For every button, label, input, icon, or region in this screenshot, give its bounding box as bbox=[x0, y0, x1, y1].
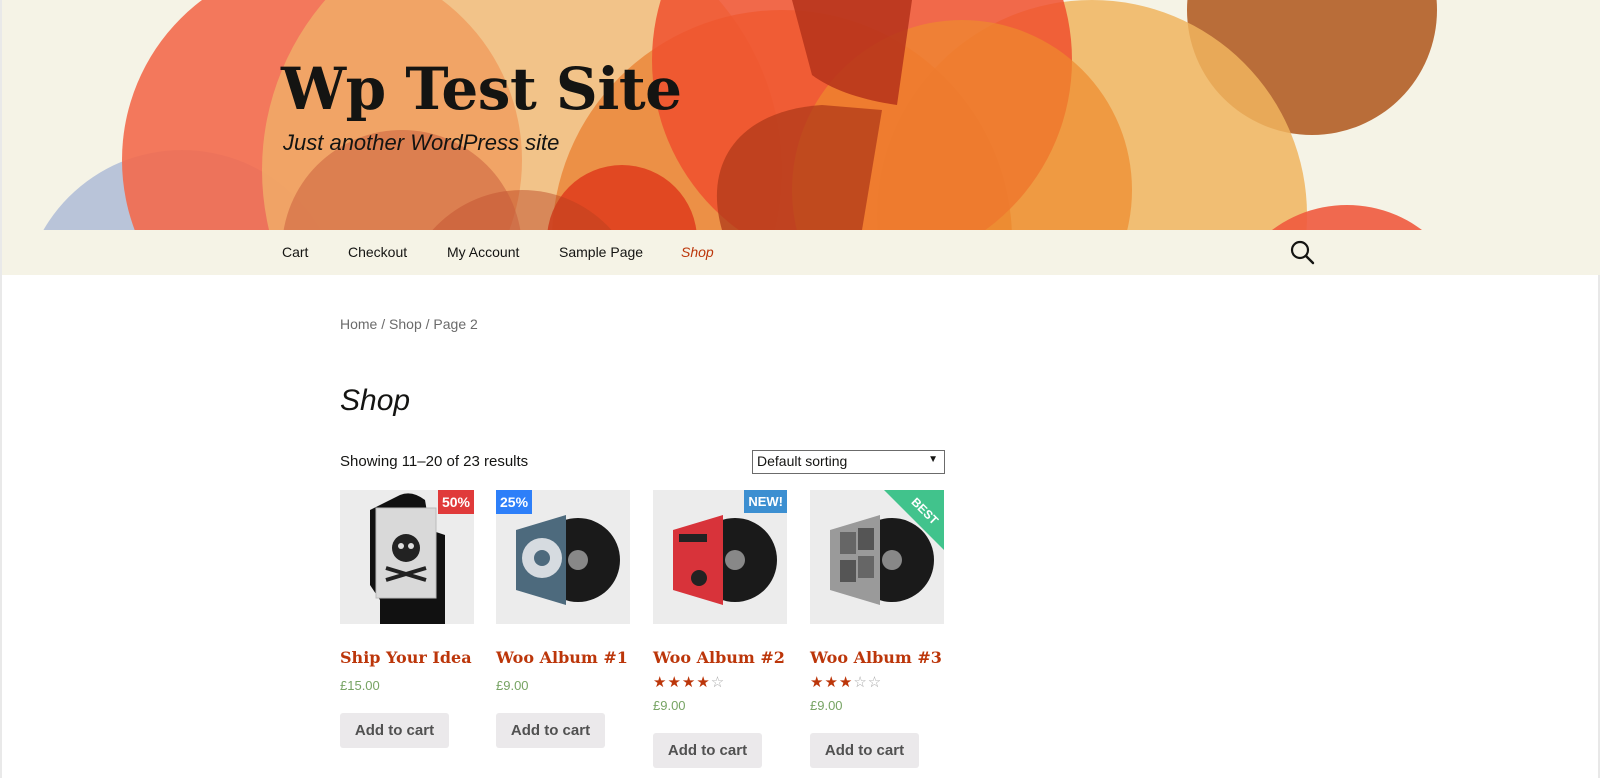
breadcrumb-current: Page 2 bbox=[433, 316, 478, 332]
nav-item-my-account[interactable]: My Account bbox=[447, 244, 519, 260]
page: Wp Test Site Just another WordPress site… bbox=[0, 0, 1601, 778]
main-navigation: Cart Checkout My Account Sample Page Sho… bbox=[2, 230, 1600, 275]
product-name[interactable]: Woo Album #2 bbox=[653, 648, 785, 667]
dropdown-caret-icon: ▼ bbox=[928, 454, 938, 465]
header-circles-art bbox=[43, 0, 1437, 230]
sale-badge: 25% bbox=[496, 490, 533, 514]
star-empty-icon: ☆ bbox=[710, 674, 726, 691]
new-badge: NEW! bbox=[744, 490, 787, 513]
product-price: £9.00 bbox=[810, 698, 843, 713]
product-name[interactable]: Woo Album #1 bbox=[496, 648, 628, 667]
product-name[interactable]: Woo Album #3 bbox=[810, 648, 942, 667]
star-icon: ★★★ bbox=[810, 674, 854, 691]
site-tagline: Just another WordPress site bbox=[283, 130, 560, 155]
site-header: Wp Test Site Just another WordPress site bbox=[2, 0, 1600, 230]
sorting-selected-value: Default sorting bbox=[757, 453, 848, 469]
product-image[interactable]: BEST bbox=[810, 490, 944, 624]
add-to-cart-button[interactable]: Add to cart bbox=[653, 733, 762, 768]
product-price: £15.00 bbox=[340, 678, 380, 693]
page-title: Shop bbox=[340, 384, 411, 417]
star-rating: ★★★★☆ bbox=[653, 673, 725, 691]
breadcrumb-shop[interactable]: Shop bbox=[389, 316, 422, 332]
add-to-cart-button[interactable]: Add to cart bbox=[810, 733, 919, 768]
product-image[interactable]: 50% bbox=[340, 490, 474, 624]
nav-item-shop[interactable]: Shop bbox=[681, 244, 714, 260]
product-name[interactable]: Ship Your Idea bbox=[340, 648, 472, 667]
add-to-cart-button[interactable]: Add to cart bbox=[496, 713, 605, 748]
breadcrumb-separator: / bbox=[377, 316, 390, 332]
product-image[interactable]: 25% bbox=[496, 490, 630, 624]
site-title[interactable]: Wp Test Site bbox=[281, 55, 682, 123]
breadcrumb-separator: / bbox=[421, 316, 434, 332]
content-right-border bbox=[1598, 275, 1600, 778]
breadcrumb-home[interactable]: Home bbox=[340, 316, 377, 332]
sale-badge: 50% bbox=[437, 490, 474, 514]
nav-item-sample-page[interactable]: Sample Page bbox=[559, 244, 643, 260]
breadcrumb: Home / Shop / Page 2 bbox=[340, 316, 478, 332]
product-price: £9.00 bbox=[496, 678, 529, 693]
product-image[interactable]: NEW! bbox=[653, 490, 787, 624]
star-rating: ★★★☆☆ bbox=[810, 673, 882, 691]
search-icon[interactable] bbox=[1290, 240, 1316, 266]
nav-item-cart[interactable]: Cart bbox=[282, 244, 308, 260]
sorting-select[interactable]: Default sorting ▼ bbox=[752, 450, 945, 474]
product-price: £9.00 bbox=[653, 698, 686, 713]
nav-item-checkout[interactable]: Checkout bbox=[348, 244, 407, 260]
result-count: Showing 11–20 of 23 results bbox=[340, 453, 529, 470]
add-to-cart-button[interactable]: Add to cart bbox=[340, 713, 449, 748]
star-empty-icon: ☆☆ bbox=[853, 674, 883, 691]
star-icon: ★★★★ bbox=[653, 674, 711, 691]
